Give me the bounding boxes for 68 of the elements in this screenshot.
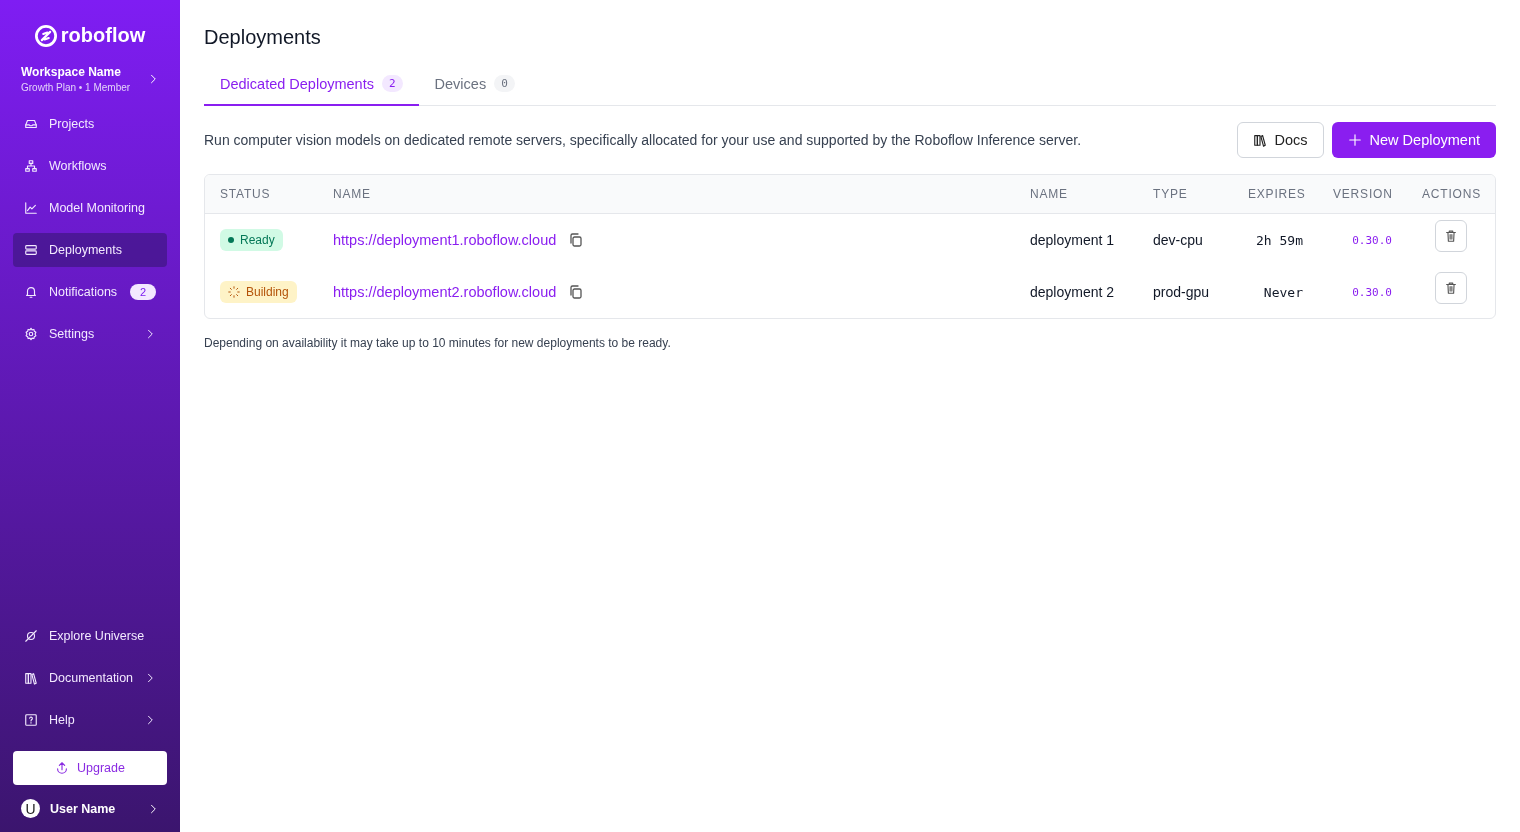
- delete-button[interactable]: [1435, 220, 1467, 252]
- copy-icon: [568, 232, 585, 248]
- column-header: NAME: [1030, 187, 1069, 201]
- status-badge: Ready: [220, 229, 283, 251]
- delete-button[interactable]: [1435, 272, 1467, 304]
- footnote: Depending on availability it may take up to 10 minutes for new deployments to be ready.: [204, 336, 672, 350]
- column-header: TYPE: [1153, 187, 1189, 201]
- version-cell-text: 0.30.0: [1351, 285, 1393, 299]
- user-menu[interactable]: U User Name: [13, 799, 167, 818]
- sidebar-item[interactable]: Deployments: [13, 233, 167, 267]
- description: Run computer vision models on dedicated remote servers, specifically allocated for your use and supported by the Roboflow Inference server.: [204, 132, 1082, 148]
- table-cell-text: 2h 59m: [1255, 232, 1304, 248]
- copy-icon: [568, 284, 585, 300]
- logo-text: roboflow: [60, 24, 146, 47]
- column-header: EXPIRES: [1248, 187, 1307, 201]
- tab-count: 2: [381, 75, 403, 92]
- sidebar-item[interactable]: Settings: [13, 317, 167, 351]
- column-header: NAME: [333, 187, 372, 201]
- gear-icon: [24, 327, 38, 341]
- sidebar-item[interactable]: Model Monitoring: [13, 191, 167, 225]
- avatar: U: [21, 799, 40, 818]
- planet-icon: [24, 629, 38, 643]
- sidebar-item[interactable]: Explore Universe: [13, 619, 167, 653]
- notification-count: 2: [129, 284, 156, 300]
- copy-button[interactable]: [568, 232, 585, 248]
- sidebar-item[interactable]: Documentation: [13, 661, 167, 695]
- upload-icon: [55, 761, 69, 775]
- column-header: STATUS: [220, 187, 272, 201]
- trash-icon: [1444, 281, 1458, 295]
- upgrade-button[interactable]: Upgrade: [13, 751, 167, 785]
- table-cell-text: deployment 2: [1030, 284, 1116, 300]
- table-cell-text: dev-cpu: [1153, 232, 1204, 248]
- table-cell-text: deployment 1: [1030, 232, 1116, 248]
- table-cell-text: Never: [1262, 284, 1304, 300]
- tab[interactable]: Dedicated Deployments 2: [204, 75, 419, 106]
- sidebar-item[interactable]: Notifications 2: [13, 275, 167, 309]
- bell-icon: [24, 285, 38, 299]
- column-header: VERSION: [1333, 187, 1394, 201]
- trash-icon: [1444, 229, 1458, 243]
- sidebar-item[interactable]: Workflows: [13, 149, 167, 183]
- books-icon: [1252, 133, 1267, 147]
- page-title: Deployments: [204, 26, 322, 49]
- workspace-name: Workspace Name: [21, 65, 122, 79]
- server-icon: [24, 243, 38, 257]
- sidebar-item[interactable]: Projects: [13, 107, 167, 141]
- table-cell-text: prod-gpu: [1153, 284, 1211, 300]
- hierarchy-icon: [24, 159, 38, 173]
- dot-icon: [228, 237, 234, 243]
- new-deployment-button[interactable]: New Deployment: [1331, 122, 1496, 158]
- workspace-plan: Growth Plan • 1 Member: [21, 82, 131, 93]
- version-cell-text: 0.30.0: [1351, 233, 1393, 247]
- help-icon: [24, 713, 38, 727]
- spinner-icon: [228, 286, 240, 298]
- column-header: ACTIONS: [1422, 187, 1482, 201]
- deployment-url[interactable]: https://deployment1.roboflow.cloud: [333, 232, 557, 248]
- tab[interactable]: Devices 0: [418, 75, 531, 106]
- tab-count: 0: [494, 75, 515, 92]
- line-chart-icon: [24, 201, 38, 215]
- logo-icon: [34, 24, 57, 47]
- status-badge: Building: [220, 281, 297, 303]
- deployment-url[interactable]: https://deployment2.roboflow.cloud: [333, 284, 557, 300]
- tray-icon: [24, 117, 38, 131]
- plus-icon: [1347, 133, 1362, 147]
- books-icon: [24, 671, 38, 685]
- docs-button[interactable]: Docs: [1236, 122, 1324, 158]
- copy-button[interactable]: [568, 284, 585, 300]
- sidebar-item[interactable]: Help: [13, 703, 167, 737]
- workspace-switcher[interactable]: Workspace Name Growth Plan • 1 Member: [13, 65, 167, 93]
